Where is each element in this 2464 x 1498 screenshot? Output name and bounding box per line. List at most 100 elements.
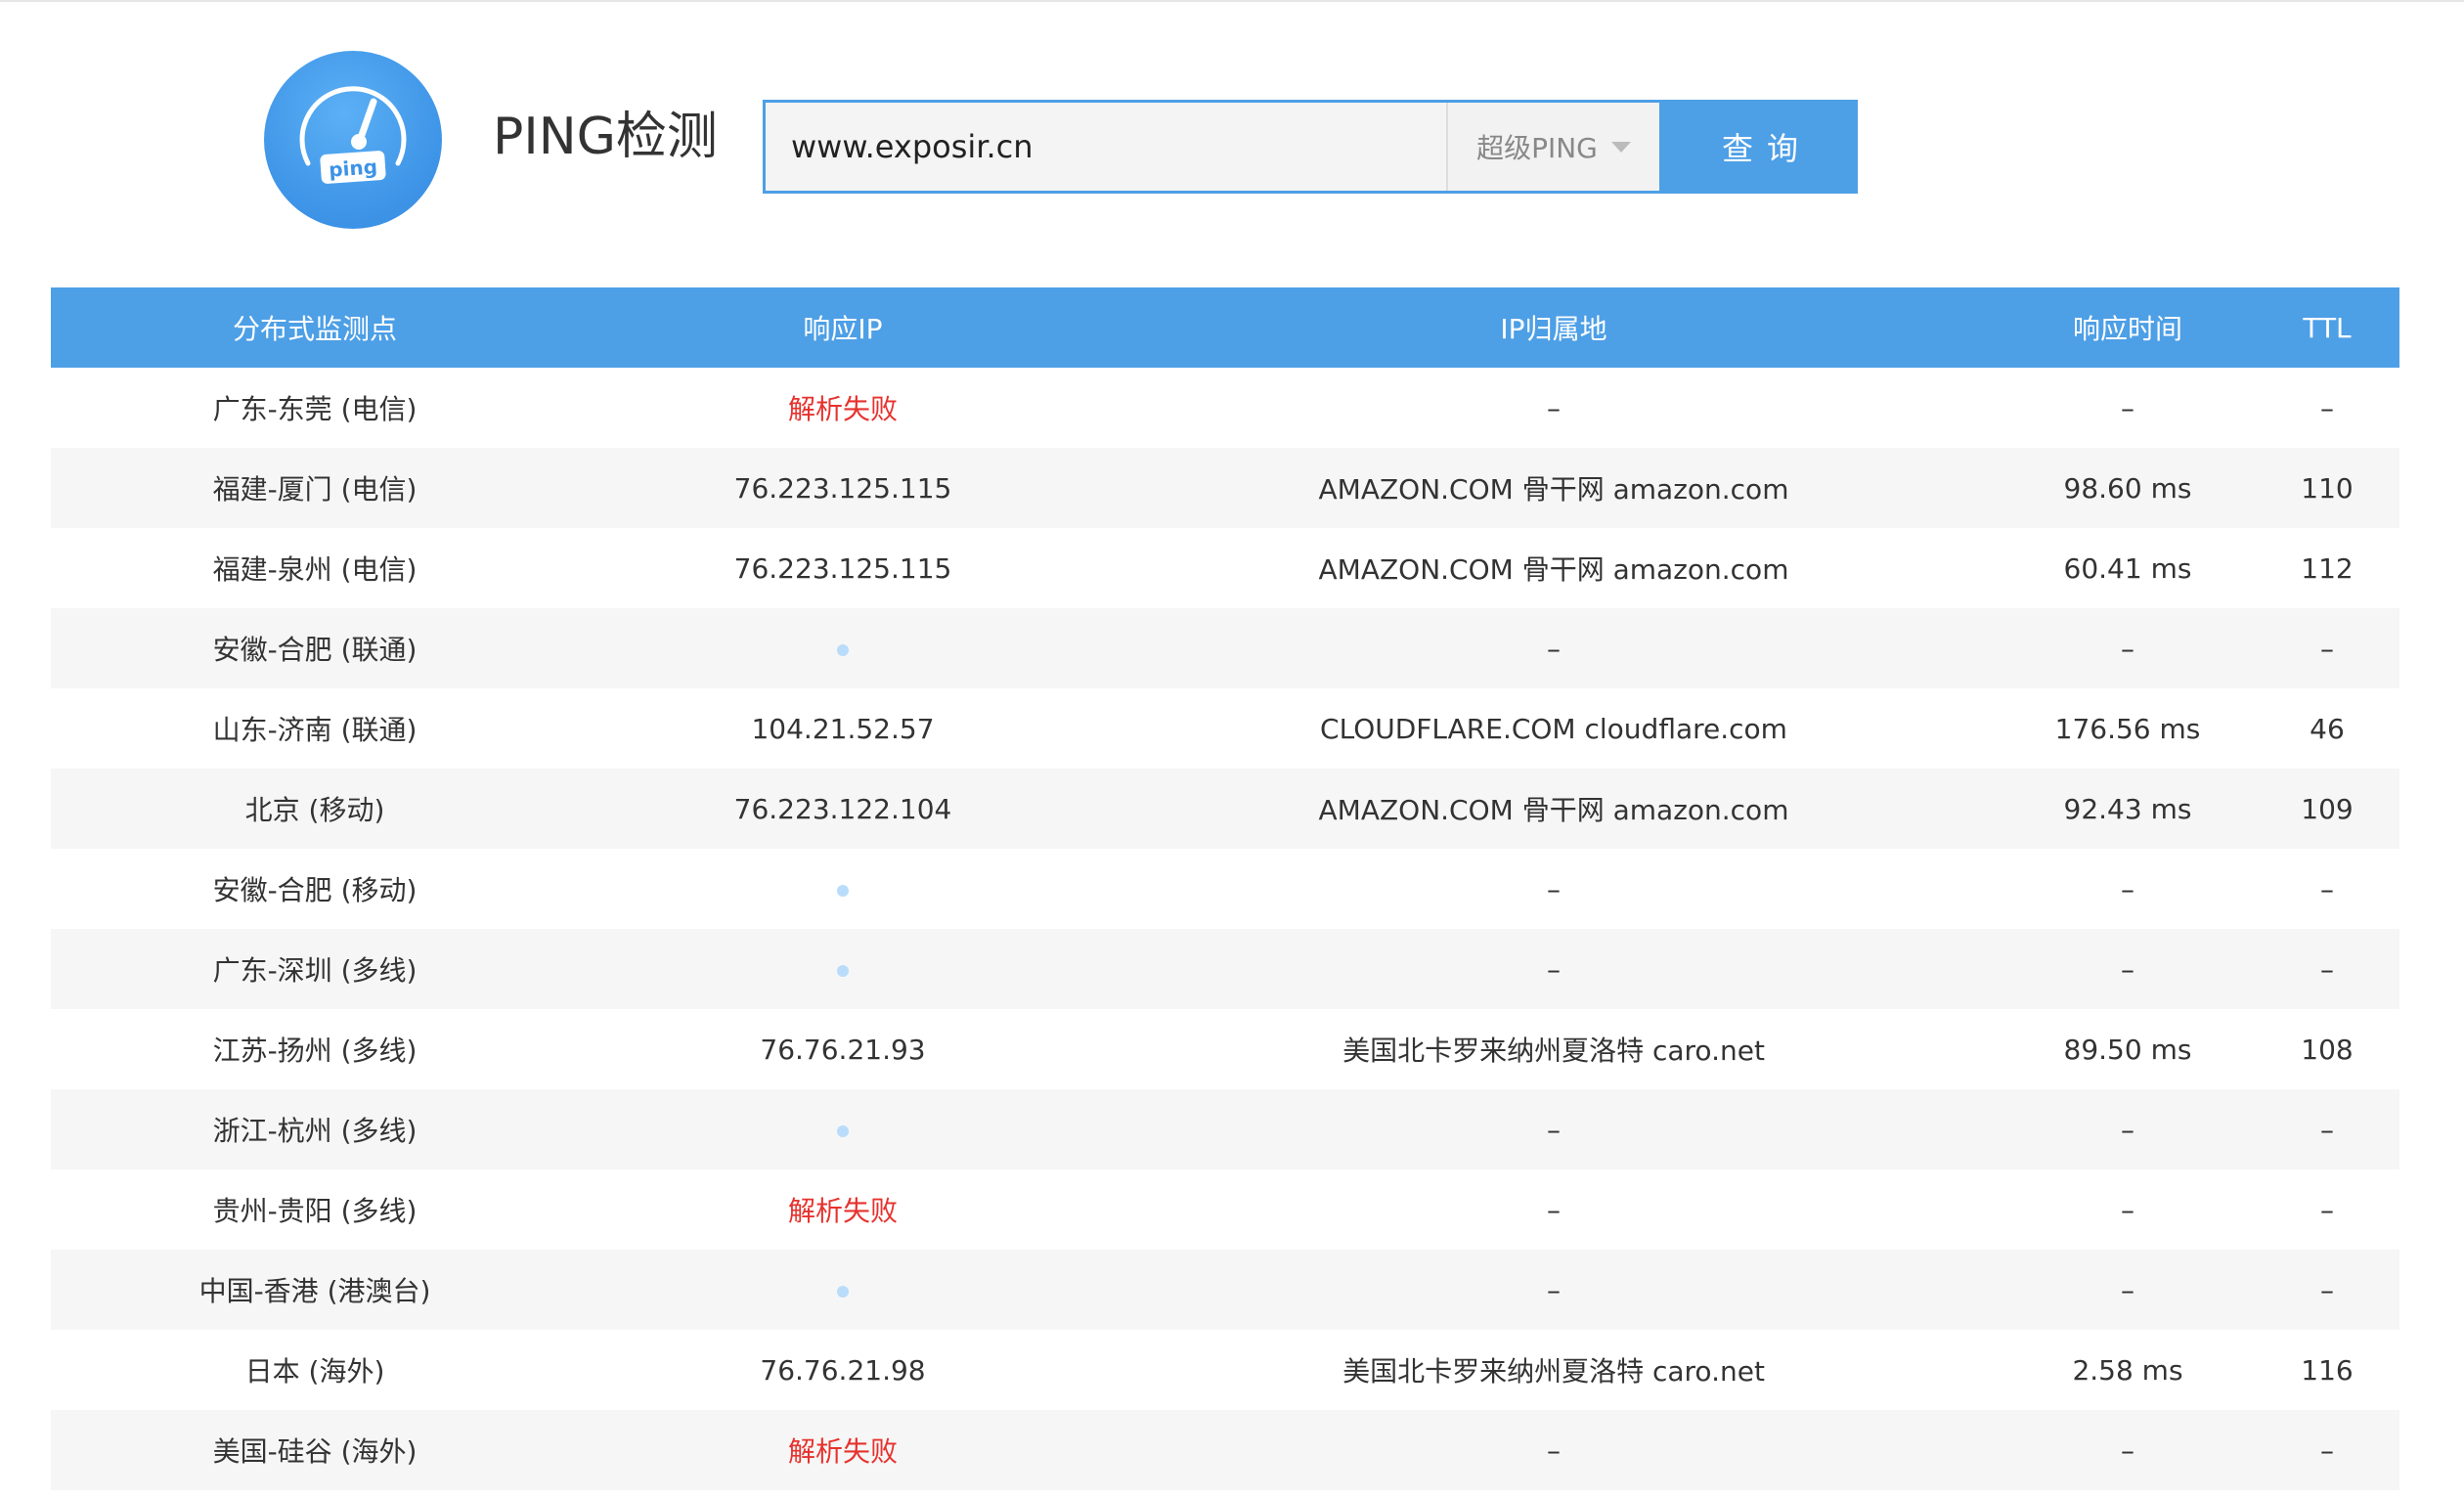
table-row: 安徽-合肥 (移动) – – – <box>51 849 2399 929</box>
cell-node-text: 广东-东莞 (电信) <box>212 393 418 425</box>
cell-node-text: 安徽-合肥 (移动) <box>212 874 418 906</box>
cell-time-text: – <box>2121 1193 2134 1226</box>
cell-ttl-text: – <box>2320 1113 2334 1146</box>
cell-location-text: AMAZON.COM 骨干网 amazon.com <box>1318 473 1789 506</box>
cell-time: – <box>2001 392 2255 424</box>
cell-ip-text: 76.76.21.98 <box>760 1353 926 1387</box>
cell-ip-text: 76.223.122.104 <box>733 792 952 825</box>
cell-location-text: – <box>1547 1433 1561 1467</box>
cell-time: 60.41 ms <box>2001 552 2255 585</box>
column-header-ttl: TTL <box>2303 311 2352 344</box>
domain-input[interactable] <box>766 103 1446 191</box>
cell-node-text: 安徽-合肥 (联通) <box>212 634 418 666</box>
chevron-down-icon <box>1610 141 1631 153</box>
cell-time: 176.56 ms <box>2001 713 2255 745</box>
cell-ip <box>579 953 1107 986</box>
cell-node-text: 江苏-扬州 (多线) <box>212 1035 418 1067</box>
cell-ttl-text: – <box>2320 952 2334 986</box>
cell-time-text: 176.56 ms <box>2054 712 2201 745</box>
table-header-row: 分布式监测点 响应IP IP归属地 响应时间 TTL <box>51 287 2399 368</box>
table-row: 江苏-扬州 (多线) 76.76.21.93 美国北卡罗来纳州夏洛特 caro.ne… <box>51 1009 2399 1089</box>
cell-ttl: – <box>2255 1434 2399 1467</box>
table-body: 广东-东莞 (电信) 解析失败 – – – 福建-厦门 (电信) 76.223.125.11… <box>51 368 2399 1490</box>
query-button[interactable]: 查询 <box>1662 100 1858 194</box>
cell-location-text: – <box>1547 1193 1561 1226</box>
cell-ip: 解析失败 <box>579 1190 1107 1229</box>
cell-time-text: 92.43 ms <box>2063 792 2192 825</box>
cell-node-text: 北京 (移动) <box>244 794 385 826</box>
cell-node: 江苏-扬州 (多线) <box>51 1030 579 1069</box>
cell-ip: 76.223.122.104 <box>579 793 1107 825</box>
cell-ip-text: 解析失败 <box>787 1435 898 1468</box>
ping-mode-select[interactable]: 超级PING <box>1446 103 1659 191</box>
cell-time-text: – <box>2121 952 2134 986</box>
table-row: 美国-硅谷 (海外) 解析失败 – – – <box>51 1410 2399 1490</box>
cell-ttl: 112 <box>2255 552 2399 585</box>
cell-ttl-text: – <box>2320 1273 2334 1306</box>
cell-node: 安徽-合肥 (联通) <box>51 629 579 668</box>
cell-node: 中国-香港 (港澳台) <box>51 1270 579 1309</box>
ping-results-table: 分布式监测点 响应IP IP归属地 响应时间 TTL 广东-东莞 (电信) 解析失… <box>51 287 2399 1490</box>
cell-node: 广东-深圳 (多线) <box>51 949 579 989</box>
cell-node: 浙江-杭州 (多线) <box>51 1110 579 1149</box>
cell-location-text: 美国北卡罗来纳州夏洛特 caro.net <box>1342 1035 1765 1067</box>
cell-time-text: – <box>2121 1113 2134 1146</box>
loading-dot-icon <box>837 643 849 656</box>
cell-ttl-text: 110 <box>2301 471 2354 505</box>
cell-location-text: – <box>1547 632 1561 665</box>
loading-dot-icon <box>837 1124 849 1137</box>
table-row: 福建-厦门 (电信) 76.223.125.115 AMAZON.COM 骨干网 a… <box>51 448 2399 528</box>
cell-location-text: – <box>1547 1113 1561 1146</box>
cell-node-text: 浙江-杭州 (多线) <box>212 1115 418 1147</box>
table-row: 山东-济南 (联通) 104.21.52.57 CLOUDFLARE.COM clo… <box>51 688 2399 769</box>
cell-node: 日本 (海外) <box>51 1350 579 1389</box>
cell-time-text: 2.58 ms <box>2072 1353 2183 1387</box>
cell-ip: 76.76.21.93 <box>579 1034 1107 1066</box>
search-box: 超级PING <box>763 100 1662 194</box>
cell-location: 美国北卡罗来纳州夏洛特 caro.net <box>1107 1350 2001 1389</box>
cell-ttl: – <box>2255 1114 2399 1146</box>
column-header-time: 响应时间 <box>2072 313 2182 345</box>
cell-time-text: 98.60 ms <box>2063 471 2192 505</box>
cell-ttl: – <box>2255 873 2399 905</box>
cell-location: – <box>1107 392 2001 424</box>
cell-ttl: – <box>2255 633 2399 665</box>
cell-ip <box>579 1114 1107 1146</box>
cell-node-text: 贵州-贵阳 (多线) <box>212 1195 418 1227</box>
cell-node: 山东-济南 (联通) <box>51 709 579 748</box>
cell-ttl-text: 116 <box>2301 1353 2354 1387</box>
cell-ip <box>579 633 1107 665</box>
cell-node-text: 美国-硅谷 (海外) <box>212 1435 418 1468</box>
cell-location: AMAZON.COM 骨干网 amazon.com <box>1107 549 2001 588</box>
logo-text: ping <box>328 154 377 181</box>
cell-location-text: – <box>1547 872 1561 905</box>
cell-ttl-text: 46 <box>2310 712 2345 745</box>
cell-time-text: 89.50 ms <box>2063 1033 2192 1066</box>
ping-mode-label: 超级PING <box>1476 132 1598 164</box>
cell-node-text: 广东-深圳 (多线) <box>212 954 418 987</box>
cell-location: CLOUDFLARE.COM cloudflare.com <box>1107 713 2001 745</box>
cell-node-text: 福建-泉州 (电信) <box>212 553 418 586</box>
cell-ip: 104.21.52.57 <box>579 713 1107 745</box>
cell-ip: 76.223.125.115 <box>579 472 1107 505</box>
cell-location: AMAZON.COM 骨干网 amazon.com <box>1107 468 2001 507</box>
cell-node-text: 福建-厦门 (电信) <box>212 473 418 506</box>
table-row: 浙江-杭州 (多线) – – – <box>51 1089 2399 1169</box>
cell-node: 广东-东莞 (电信) <box>51 388 579 427</box>
cell-time: – <box>2001 633 2255 665</box>
table-row: 贵州-贵阳 (多线) 解析失败 – – – <box>51 1169 2399 1250</box>
cell-node-text: 山东-济南 (联通) <box>212 714 418 746</box>
cell-time: 98.60 ms <box>2001 472 2255 505</box>
table-row: 中国-香港 (港澳台) – – – <box>51 1250 2399 1330</box>
cell-node: 北京 (移动) <box>51 789 579 828</box>
cell-ip: 解析失败 <box>579 1431 1107 1470</box>
cell-location-text: AMAZON.COM 骨干网 amazon.com <box>1318 794 1789 826</box>
table-row: 安徽-合肥 (联通) – – – <box>51 608 2399 688</box>
cell-location: – <box>1107 1194 2001 1226</box>
cell-node: 福建-厦门 (电信) <box>51 468 579 507</box>
cell-ttl: – <box>2255 1194 2399 1226</box>
cell-ip: 解析失败 <box>579 388 1107 427</box>
cell-location-text: – <box>1547 391 1561 424</box>
cell-location: 美国北卡罗来纳州夏洛特 caro.net <box>1107 1030 2001 1069</box>
cell-ttl-text: – <box>2320 391 2334 424</box>
